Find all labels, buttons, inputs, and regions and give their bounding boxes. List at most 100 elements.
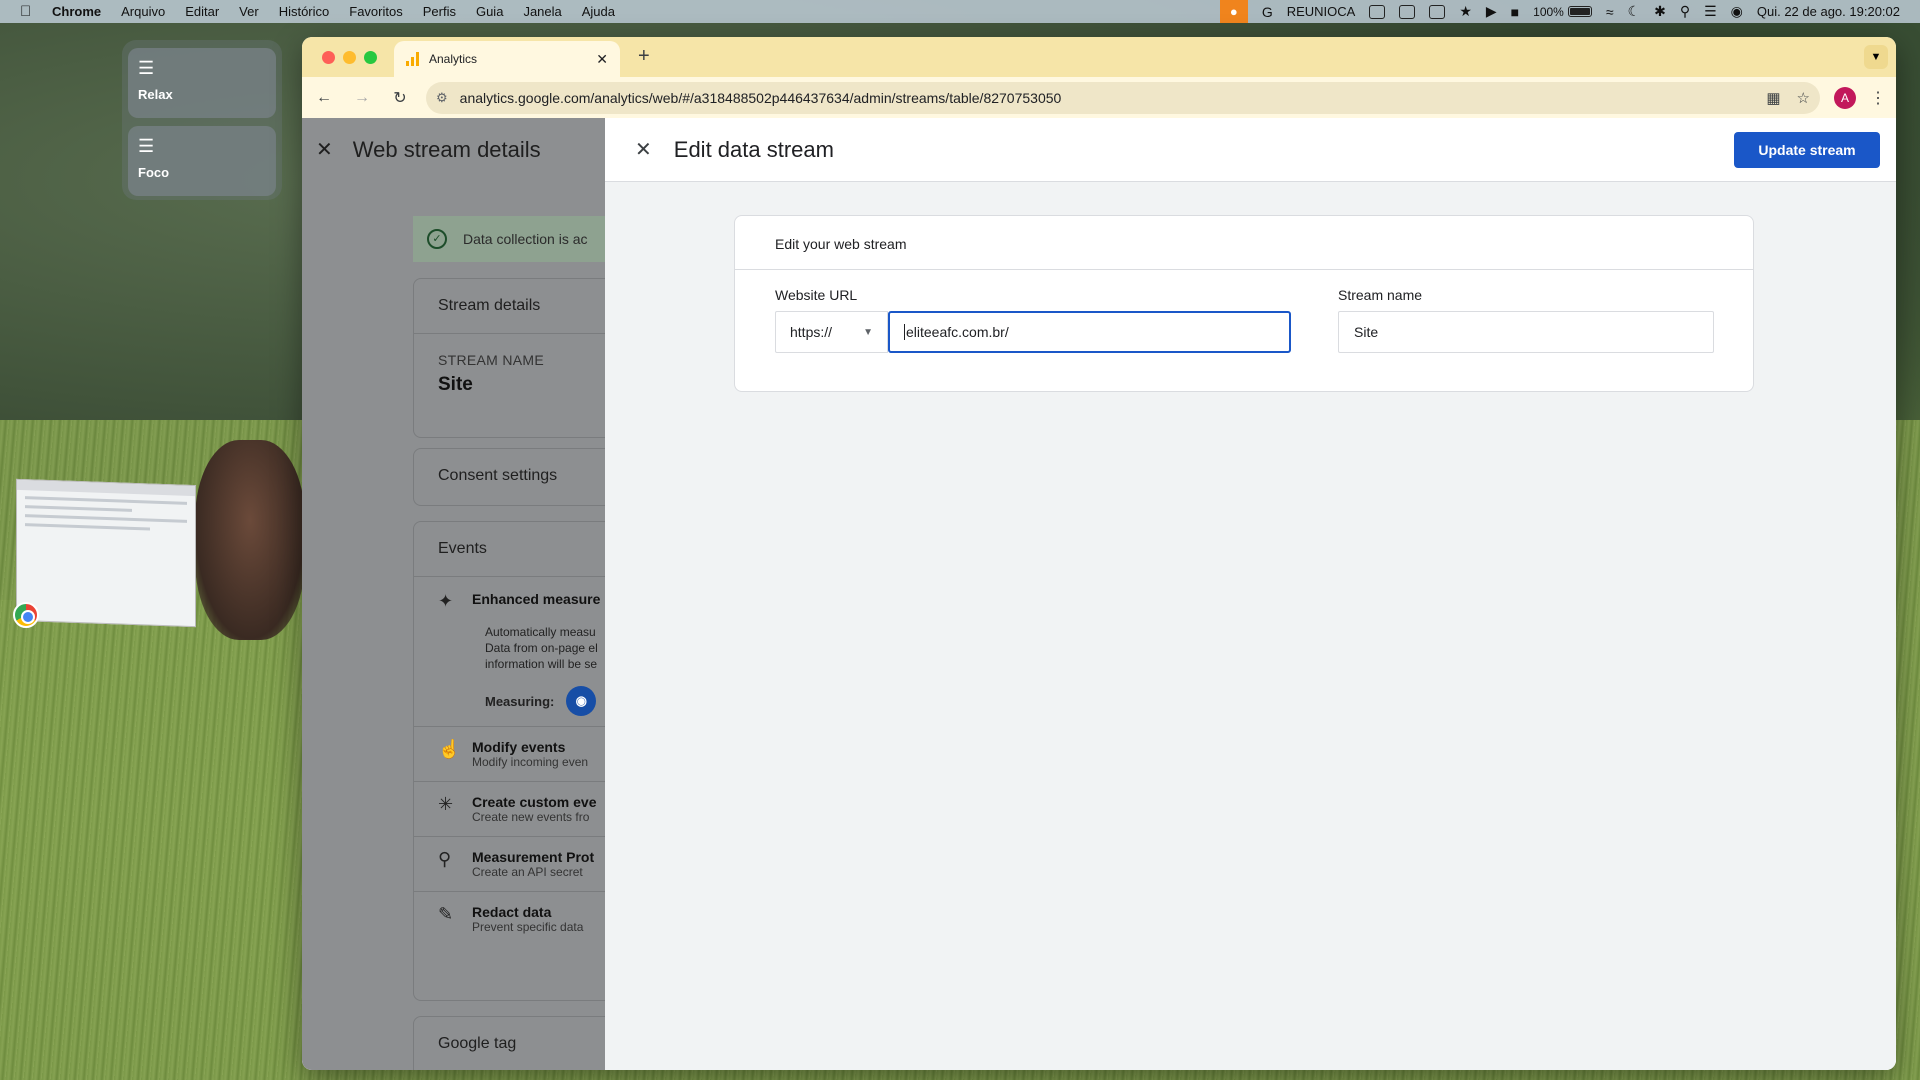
stream-name-value: Site <box>1354 324 1379 340</box>
menu-perfis[interactable]: Perfis <box>423 4 456 19</box>
enhanced-measurement-title: Enhanced measure <box>472 591 601 607</box>
new-tab-button[interactable]: + <box>638 45 650 68</box>
thumbnail-line <box>25 514 187 523</box>
event-row-subtitle: Create an API secret <box>472 865 583 879</box>
panel-title: Web stream details <box>352 136 541 162</box>
layers-icon: ☰ <box>138 136 155 156</box>
search-icon[interactable]: ⚲ <box>1680 3 1690 20</box>
banner-text: Data collection is ac <box>463 231 588 247</box>
event-row-title: Create custom eve <box>472 794 597 810</box>
clock[interactable]: Qui. 22 de ago. 19:20:02 <box>1757 4 1900 19</box>
windows-icon[interactable] <box>1399 4 1416 19</box>
menu-arquivo[interactable]: Arquivo <box>121 4 165 19</box>
text-cursor <box>904 324 905 340</box>
menu-bar-status-area: ● G REUNIOCA ★ ▶ ■ 100% ≈ ☾ ✱ ⚲ ☰ ◉ Qui.… <box>1219 0 1920 23</box>
edit-web-stream-card: Edit your web stream Website URL https:/… <box>734 215 1754 392</box>
translate-icon[interactable]: ▦ <box>1766 89 1780 107</box>
focus-mode-foco[interactable]: ☰ Foco <box>128 126 276 196</box>
profile-avatar[interactable]: A <box>1834 86 1856 109</box>
menu-favoritos[interactable]: Favoritos <box>349 4 402 19</box>
event-row-title: Redact data <box>472 904 552 920</box>
network-share-icon[interactable]: ★ <box>1459 3 1472 20</box>
apple-icon[interactable]:  <box>20 3 38 20</box>
play-icon[interactable]: ▶ <box>1486 3 1497 20</box>
event-row-title: Measurement Prot <box>472 849 595 865</box>
protocol-select[interactable]: https:// ▼ <box>775 311 888 353</box>
tab-analytics[interactable]: Analytics ✕ <box>394 41 620 77</box>
menu-ver[interactable]: Ver <box>239 4 259 19</box>
notification-icon[interactable]: ■ <box>1511 4 1519 20</box>
sparkle-icon: ✦ <box>438 591 454 611</box>
close-window-button[interactable] <box>322 50 335 64</box>
edit-panel-header: ✕ Edit data stream <box>605 118 1896 182</box>
dropdown-arrow-icon: ▼ <box>863 326 873 338</box>
measuring-label: Measuring: <box>485 693 555 709</box>
tab-search-button[interactable]: ▼ <box>1864 45 1888 69</box>
chrome-app-icon[interactable] <box>13 602 39 628</box>
close-icon[interactable]: ✕ <box>316 137 333 162</box>
app-a-icon[interactable] <box>1369 4 1386 19</box>
focus-mode-label: Relax <box>138 87 173 102</box>
browser-toolbar: ← → ↻ ⚙ analytics.google.com/analytics/w… <box>302 77 1896 118</box>
menu-guia[interactable]: Guia <box>476 4 503 19</box>
battery-indicator[interactable]: 100% <box>1533 5 1592 19</box>
reload-button[interactable]: ↻ <box>388 88 412 108</box>
menu-historico[interactable]: Histórico <box>279 4 330 19</box>
stage-manager-thumbnail[interactable] <box>16 478 196 628</box>
battery-icon <box>1567 6 1592 17</box>
sparkle-cursor-icon: ✳ <box>438 794 454 814</box>
edit-data-stream-panel: ✕ Edit data stream Update stream Edit yo… <box>605 118 1896 1070</box>
menu-editar[interactable]: Editar <box>185 4 219 19</box>
key-icon: ⚲ <box>438 849 452 869</box>
tab-strip: Analytics ✕ + ▼ <box>302 37 1896 77</box>
browser-menu-icon[interactable]: ⋮ <box>1870 88 1886 108</box>
tab-title: Analytics <box>429 52 478 66</box>
url-text: analytics.google.com/analytics/web/#/a31… <box>459 89 1062 106</box>
bluetooth-icon[interactable]: ✱ <box>1654 3 1666 20</box>
close-icon[interactable]: ✕ <box>635 137 652 162</box>
grammarly-icon[interactable]: G <box>1262 4 1273 20</box>
menu-janela[interactable]: Janela <box>523 4 561 19</box>
event-row-title: Modify events <box>472 739 566 755</box>
web-stream-details-header: ✕ Web stream details <box>302 118 605 181</box>
control-center-icon[interactable]: ☰ <box>1704 3 1717 20</box>
edit-panel-title: Edit data stream <box>673 136 834 162</box>
siri-icon[interactable]: ◉ <box>1731 3 1743 20</box>
battery-percent: 100% <box>1533 4 1564 19</box>
window-controls <box>322 50 377 64</box>
check-circle-icon: ✓ <box>427 229 447 249</box>
status-text[interactable]: REUNIOCA <box>1287 4 1356 19</box>
back-button[interactable]: ← <box>312 89 336 107</box>
website-url-input[interactable]: eliteeafc.com.br/ <box>888 311 1291 353</box>
focus-mode-relax[interactable]: ☰ Relax <box>128 48 276 118</box>
browser-window: Analytics ✕ + ▼ ← → ↻ ⚙ analytics.google… <box>302 37 1896 1070</box>
menu-app-name[interactable]: Chrome <box>52 4 101 19</box>
moon-icon[interactable]: ☾ <box>1628 3 1641 20</box>
website-url-label: Website URL <box>775 287 858 303</box>
forward-button[interactable]: → <box>350 89 374 107</box>
menu-ajuda[interactable]: Ajuda <box>582 4 615 19</box>
update-stream-button[interactable]: Update stream <box>1734 132 1880 168</box>
bookmark-star-icon[interactable]: ☆ <box>1797 89 1810 107</box>
analytics-icon <box>406 52 419 66</box>
wallpaper-llama <box>195 440 305 640</box>
close-tab-icon[interactable]: ✕ <box>596 51 608 68</box>
microphone-icon[interactable]: ● <box>1219 0 1248 23</box>
wifi-icon[interactable]: ≈ <box>1606 4 1614 20</box>
event-row-subtitle: Prevent specific data <box>472 920 584 934</box>
stream-name-input[interactable]: Site <box>1338 311 1714 353</box>
site-info-icon[interactable]: ⚙ <box>436 90 448 106</box>
protocol-value: https:// <box>790 324 833 340</box>
thumbnail-line <box>25 496 187 505</box>
focus-mode-label: Foco <box>138 165 170 180</box>
minimize-window-button[interactable] <box>343 50 356 64</box>
stream-name-label: Stream name <box>1338 287 1423 303</box>
display-icon[interactable] <box>1429 4 1446 19</box>
event-row-subtitle: Modify incoming even <box>472 755 589 769</box>
zoom-window-button[interactable] <box>364 50 377 64</box>
eye-icon[interactable]: ◉ <box>566 686 597 716</box>
website-url-value: eliteeafc.com.br/ <box>906 324 1009 340</box>
event-row-subtitle: Create new events fro <box>472 810 590 824</box>
card-title: Edit your web stream <box>735 216 1753 270</box>
address-bar[interactable]: ⚙ analytics.google.com/analytics/web/#/a… <box>426 81 1820 114</box>
